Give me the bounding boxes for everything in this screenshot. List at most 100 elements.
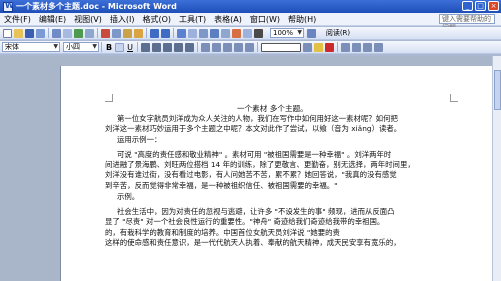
menu-table[interactable]: 表格(A): [210, 14, 246, 25]
save-icon[interactable]: [25, 28, 34, 38]
chevron-down-icon: ▼: [92, 43, 97, 50]
help-search-input[interactable]: 键入需要帮助的问题: [439, 14, 495, 32]
close-button[interactable]: ×: [488, 1, 499, 11]
menu-format[interactable]: 格式(O): [138, 14, 175, 25]
read-button[interactable]: 阅读(R): [321, 28, 355, 38]
margin-corner-mark: [450, 94, 458, 102]
bullets-icon[interactable]: [223, 42, 232, 52]
font-color-icon[interactable]: [325, 42, 334, 52]
numbering-icon[interactable]: [212, 42, 221, 52]
window-controls: _ □ ×: [462, 1, 499, 11]
toolbar-separator: [97, 28, 98, 38]
line-spacing-icon[interactable]: [201, 42, 210, 52]
insert-excel-icon[interactable]: [210, 28, 219, 38]
decrease-indent-icon[interactable]: [234, 42, 243, 52]
align-center-icon[interactable]: [152, 42, 161, 52]
underline-button[interactable]: U: [125, 43, 135, 52]
maximize-button[interactable]: □: [475, 1, 486, 11]
menu-help[interactable]: 帮助(H): [284, 14, 320, 25]
paragraph-line: 刘洋没有谁过街，没有看过电影，有人问她苦不苦，累不累？她回答说，"我真的没有感觉: [105, 170, 397, 179]
standard-toolbar: 100% ▼ 阅读(R): [0, 27, 501, 40]
menu-edit[interactable]: 编辑(E): [35, 14, 70, 25]
undo-icon[interactable]: [150, 28, 159, 38]
toolbar-separator: [197, 42, 198, 52]
minimize-button[interactable]: _: [462, 1, 473, 11]
menu-file[interactable]: 文件(F): [0, 14, 35, 25]
phonetic-guide-icon[interactable]: [374, 42, 383, 52]
distributed-icon[interactable]: [185, 42, 194, 52]
new-doc-icon[interactable]: [3, 28, 12, 38]
menu-tools[interactable]: 工具(T): [175, 14, 210, 25]
toolbar-separator: [48, 28, 49, 38]
cut-icon[interactable]: [101, 28, 110, 38]
chevron-down-icon: ▼: [297, 29, 302, 36]
font-size-select[interactable]: 小四 ▼: [63, 42, 99, 52]
border-weight-icon[interactable]: [303, 42, 312, 52]
paragraph-line: 社会生活中，因为对责任的忽视与逃避，让许多 "不设发生的事" 频现，进而从反面凸: [117, 207, 395, 216]
tables-borders-icon[interactable]: [188, 28, 197, 38]
highlight-icon[interactable]: [314, 42, 323, 52]
toolbar-separator: [337, 42, 338, 52]
document-map-icon[interactable]: [243, 28, 252, 38]
zoom-value: 100%: [273, 29, 294, 37]
toolbar-separator: [146, 28, 147, 38]
paragraph-line: 这样的使命感和责任意识，是一代代航天人执着、奉献的航天精神，成天民安享有宽乐的，: [105, 238, 401, 247]
toolbar-separator: [173, 28, 174, 38]
menu-view[interactable]: 视图(V): [70, 14, 106, 25]
permission-icon[interactable]: [36, 28, 45, 38]
border-style-icon[interactable]: [261, 42, 301, 52]
align-right-icon[interactable]: [163, 42, 172, 52]
scrollbar-thumb[interactable]: [494, 70, 501, 110]
insert-table-icon[interactable]: [199, 28, 208, 38]
spelling-icon[interactable]: [74, 28, 83, 38]
word-app-icon[interactable]: [3, 1, 14, 12]
help-icon[interactable]: [307, 28, 316, 38]
italic-icon[interactable]: [115, 42, 124, 52]
formatting-toolbar: 宋体 ▼ 小四 ▼ B U: [0, 41, 501, 54]
toolbar-separator: [257, 42, 258, 52]
font-name-value: 宋体: [5, 43, 19, 51]
shading-icon[interactable]: [341, 42, 350, 52]
vertical-scrollbar[interactable]: [492, 56, 501, 281]
columns-icon[interactable]: [221, 28, 230, 38]
paragraph-line: 到辛苦，反而觉得非常幸福，是一种被祖织信任、被祖国需要的幸福。": [105, 181, 338, 190]
justify-icon[interactable]: [174, 42, 183, 52]
print-preview-icon[interactable]: [63, 28, 72, 38]
menu-insert[interactable]: 插入(I): [106, 14, 139, 25]
research-icon[interactable]: [85, 28, 94, 38]
font-name-select[interactable]: 宋体 ▼: [2, 42, 60, 52]
format-painter-icon[interactable]: [134, 28, 143, 38]
paragraph-line: 示例。: [117, 192, 140, 201]
chevron-down-icon: ▼: [53, 43, 58, 50]
align-left-icon[interactable]: [141, 42, 150, 52]
paragraph-line: 可说 "高度的责任感和敬业精神" 。素材可用 "被祖国需要是一种幸福" 。刘洋两…: [117, 150, 392, 159]
menu-window[interactable]: 窗口(W): [246, 14, 284, 25]
margin-corner-mark: [105, 94, 113, 102]
paragraph-line: 间进融了景海鹏、刘旺两位搭档 14 年的训练，除了更敬言、更勤奋，别无选择，两年…: [105, 160, 415, 169]
open-folder-icon[interactable]: [14, 28, 23, 38]
font-size-value: 小四: [66, 43, 80, 51]
drawing-icon[interactable]: [232, 28, 241, 38]
bold-button[interactable]: B: [104, 43, 114, 52]
zoom-select[interactable]: 100% ▼: [270, 28, 304, 38]
copy-icon[interactable]: [112, 28, 121, 38]
paragraph-line: 第一位女字航员刘洋成为众人关注的人物，我们在写作中如何用好这一素材呢？如何把: [117, 114, 398, 123]
window-title: 一个素材多个主题.doc - Microsoft Word: [16, 2, 177, 11]
paragraph-line: 显了 "尽责" 对一个社会良性运行的重要性。"神舟" 奇迹给我们奇迹给我带的幸祖…: [105, 217, 385, 226]
paragraph-line: 运用示例一：: [117, 135, 162, 144]
document-title: 一个素材 多个主题。: [237, 104, 308, 113]
increase-indent-icon[interactable]: [245, 42, 254, 52]
document-page[interactable]: 一个素材 多个主题。 第一位女字航员刘洋成为众人关注的人物，我们在写作中如何用好…: [60, 66, 492, 281]
paste-icon[interactable]: [123, 28, 132, 38]
print-icon[interactable]: [52, 28, 61, 38]
menu-bar: 文件(F) 编辑(E) 视图(V) 插入(I) 格式(O) 工具(T) 表格(A…: [0, 13, 501, 32]
borders-icon[interactable]: [352, 42, 361, 52]
toolbar-separator: [137, 42, 138, 52]
paragraph-line: 的，有栽科学的教育和制度的培养。中国首位女航天员刘洋说 "她要的责: [105, 228, 340, 237]
show-hide-icon[interactable]: [254, 28, 263, 38]
redo-icon[interactable]: [161, 28, 170, 38]
toolbar-separator: [101, 42, 102, 52]
hyperlink-icon[interactable]: [177, 28, 186, 38]
char-scaling-icon[interactable]: [363, 42, 372, 52]
paragraph-line: 刘洋这一素材巧妙运用于多个主题之中呢？本文对此作了尝试，以飨（音为 xiǎng）…: [105, 124, 402, 133]
